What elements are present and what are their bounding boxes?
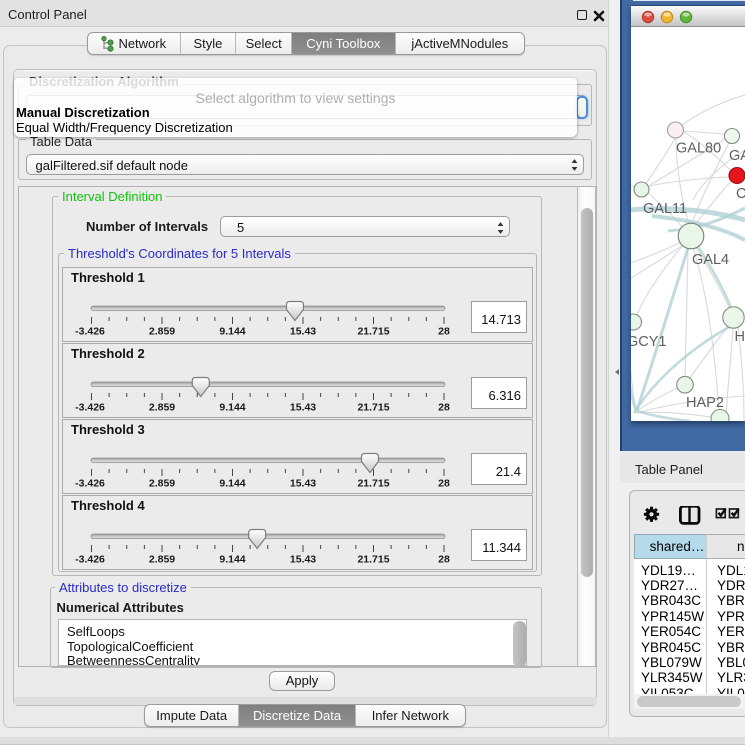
svg-text:21.715: 21.715 <box>357 554 389 566</box>
svg-text:9.144: 9.144 <box>219 478 245 490</box>
svg-text:GAL11: GAL11 <box>643 201 687 217</box>
svg-text:28: 28 <box>438 326 450 338</box>
svg-text:GA: GA <box>729 148 745 164</box>
svg-text:-3.426: -3.426 <box>75 478 105 490</box>
svg-text:21.715: 21.715 <box>357 402 389 414</box>
svg-text:2.859: 2.859 <box>149 402 175 414</box>
svg-text:9.144: 9.144 <box>219 326 245 338</box>
svg-text:15.43: 15.43 <box>290 402 316 414</box>
svg-text:-3.426: -3.426 <box>75 402 105 414</box>
svg-text:28: 28 <box>438 554 450 566</box>
svg-text:2.859: 2.859 <box>149 478 175 490</box>
svg-text:GAL80: GAL80 <box>676 141 721 157</box>
svg-text:28: 28 <box>438 402 450 414</box>
svg-text:15.43: 15.43 <box>290 478 316 490</box>
svg-text:C: C <box>736 186 745 202</box>
svg-text:-3.426: -3.426 <box>75 326 105 338</box>
svg-text:21.715: 21.715 <box>357 478 389 490</box>
svg-text:H: H <box>735 329 745 345</box>
svg-text:GCY1: GCY1 <box>631 334 667 350</box>
svg-text:28: 28 <box>438 478 450 490</box>
svg-text:9.144: 9.144 <box>219 554 245 566</box>
svg-text:15.43: 15.43 <box>290 326 316 338</box>
svg-text:2.859: 2.859 <box>149 326 175 338</box>
svg-text:-3.426: -3.426 <box>75 554 105 566</box>
svg-text:2.859: 2.859 <box>149 554 175 566</box>
svg-text:9.144: 9.144 <box>219 402 245 414</box>
svg-text:15.43: 15.43 <box>290 554 316 566</box>
svg-text:GAL4: GAL4 <box>692 252 729 268</box>
svg-text:21.715: 21.715 <box>357 326 389 338</box>
svg-text:HAP2: HAP2 <box>686 395 724 411</box>
